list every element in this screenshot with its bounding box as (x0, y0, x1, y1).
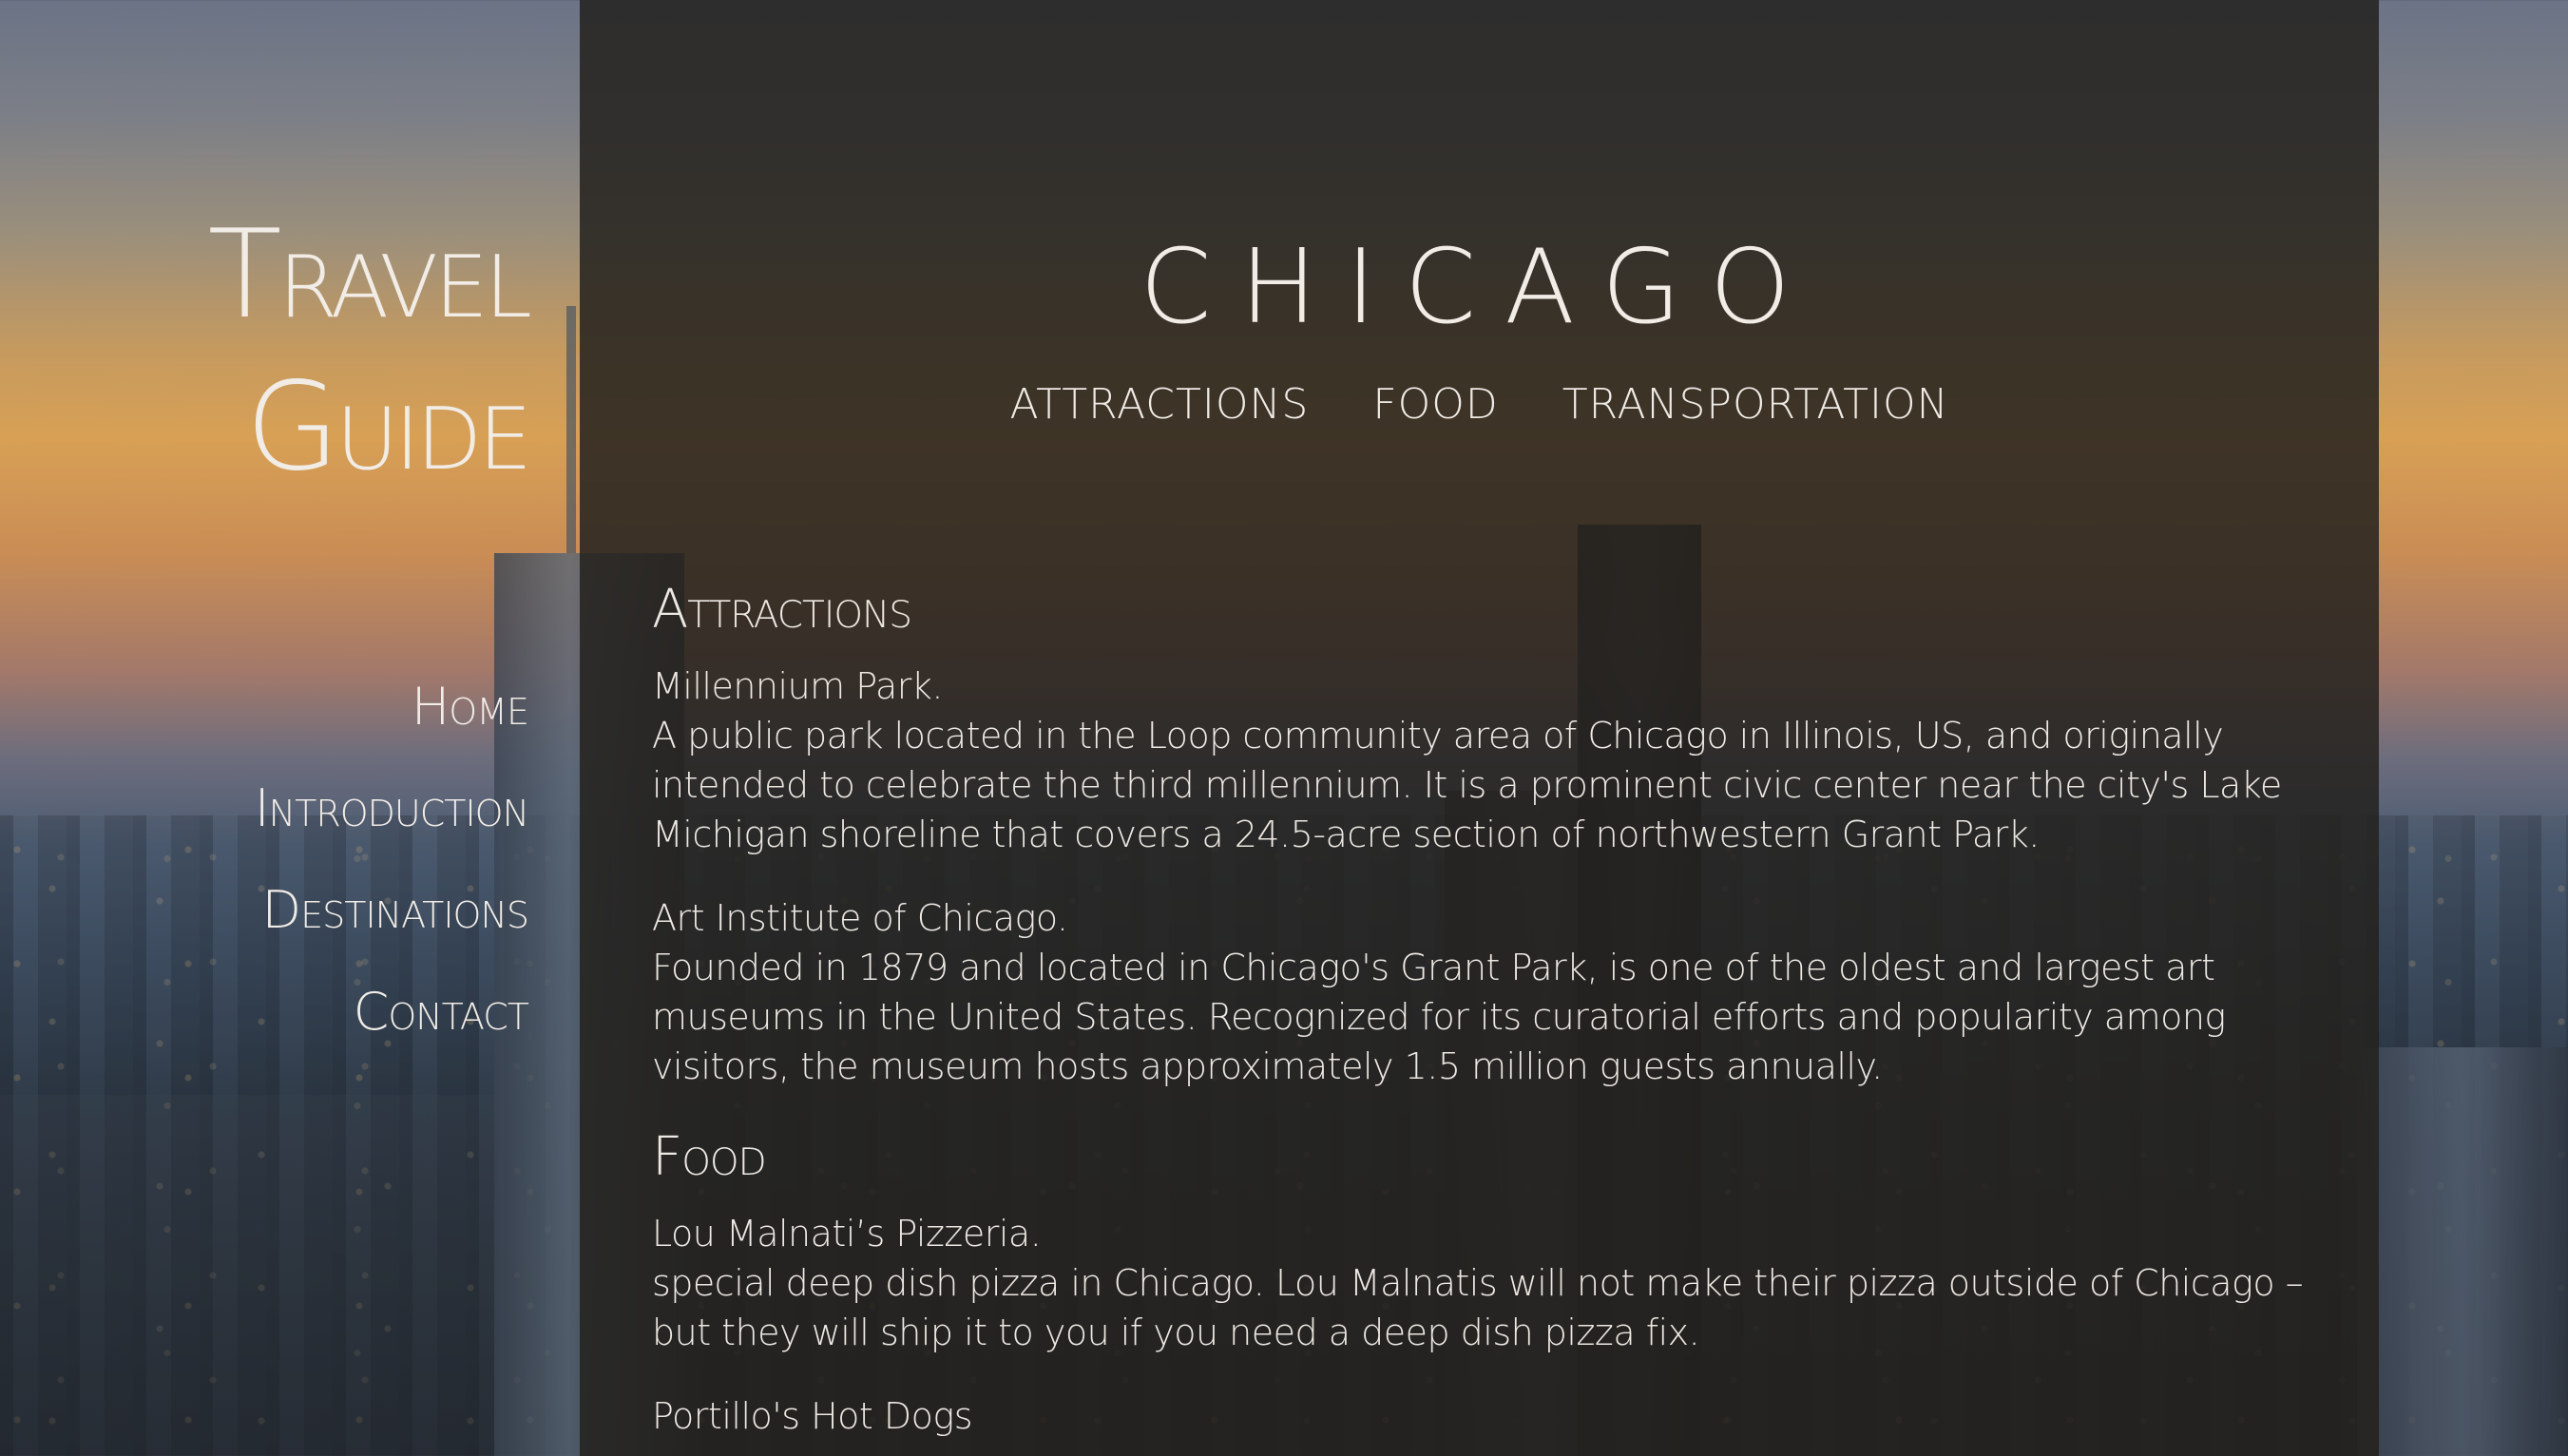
section-title-attractions: Attractions (652, 579, 912, 641)
sidebar: Travel Guide Home Introduction Destinati… (0, 0, 580, 1456)
item-name: Portillo's Hot Dogs (652, 1395, 973, 1437)
food-section: Food Lou Malnati’s Pizzeria. special dee… (652, 1125, 2325, 1441)
top-nav: ATTRACTIONS FOOD TRANSPORTATION (580, 380, 2379, 429)
section-title-food: Food (652, 1126, 767, 1188)
sidebar-item-destinations[interactable]: Destinations (255, 859, 529, 961)
attractions-section: Attractions Millennium Park. A public pa… (652, 578, 2325, 1091)
sidebar-item-contact[interactable]: Contact (255, 961, 529, 1063)
item-name: Lou Malnati’s Pizzeria. (652, 1213, 1042, 1255)
main-panel: CHICAGO ATTRACTIONS FOOD TRANSPORTATION … (580, 0, 2379, 1456)
list-item: Millennium Park. A public park located i… (652, 661, 2325, 859)
logo-line-1: Travel (207, 204, 532, 346)
nav-link-attractions[interactable]: ATTRACTIONS (1009, 380, 1309, 429)
list-item: Art Institute of Chicago. Founded in 187… (652, 893, 2325, 1091)
nav-link-transportation[interactable]: TRANSPORTATION (1562, 380, 1949, 429)
sidebar-item-home[interactable]: Home (255, 656, 529, 757)
nav-link-food[interactable]: FOOD (1372, 380, 1498, 429)
logo-line-2: Guide (245, 356, 532, 498)
site-logo[interactable]: Travel Guide (207, 200, 532, 504)
content: Attractions Millennium Park. A public pa… (652, 578, 2325, 1456)
list-item: Lou Malnati’s Pizzeria. special deep dis… (652, 1209, 2325, 1357)
list-item: Portillo's Hot Dogs (652, 1391, 2325, 1441)
item-name: Millennium Park. (652, 665, 943, 707)
sidebar-item-introduction[interactable]: Introduction (255, 757, 529, 859)
background-building-right (2357, 1047, 2568, 1456)
item-name: Art Institute of Chicago. (652, 897, 1068, 939)
page-title: CHICAGO (1140, 228, 1819, 347)
sidebar-nav: Home Introduction Destinations Contact (255, 656, 529, 1063)
item-description: A public park located in the Loop commun… (652, 715, 2282, 855)
item-description: special deep dish pizza in Chicago. Lou … (652, 1262, 2304, 1353)
item-description: Founded in 1879 and located in Chicago's… (652, 947, 2226, 1087)
